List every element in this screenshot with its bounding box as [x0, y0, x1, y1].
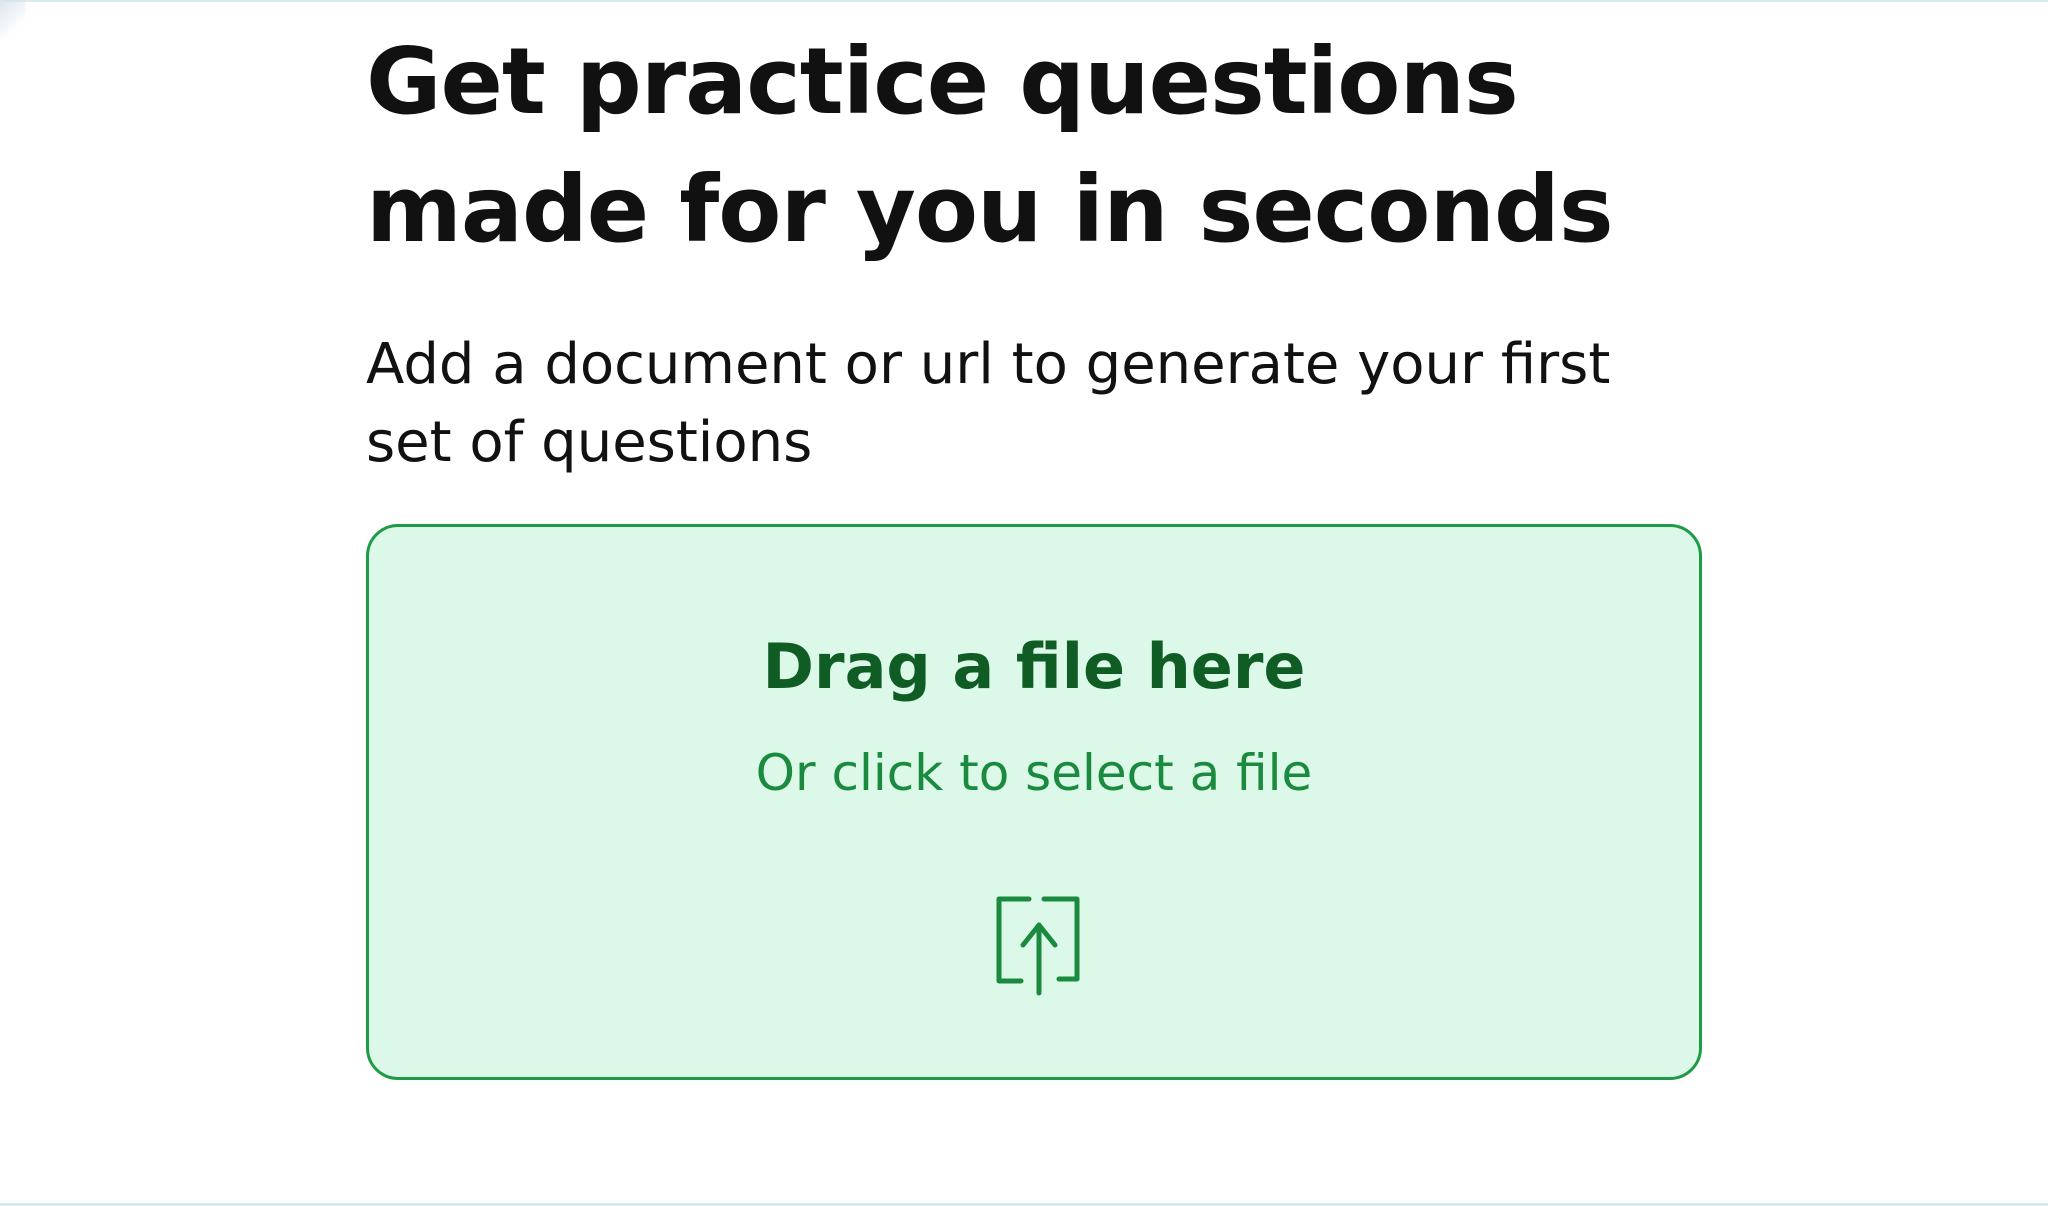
dropzone-title: Drag a file here	[762, 630, 1306, 703]
top-edge-divider	[0, 0, 2048, 2]
page-subtitle: Add a document or url to generate your f…	[366, 332, 1611, 475]
main-content: Get practice questions made for you in s…	[366, 18, 1706, 475]
upload-icon	[989, 889, 1089, 999]
page-title: Get practice questions made for you in s…	[366, 18, 1706, 274]
dropzone-subtitle: Or click to select a file	[755, 744, 1313, 802]
file-dropzone[interactable]: Drag a file here Or click to select a fi…	[366, 524, 1702, 1080]
page-title-line-2: made for you in seconds	[366, 156, 1614, 263]
page-title-line-1: Get practice questions	[366, 28, 1519, 135]
corner-decoration	[0, 0, 26, 40]
